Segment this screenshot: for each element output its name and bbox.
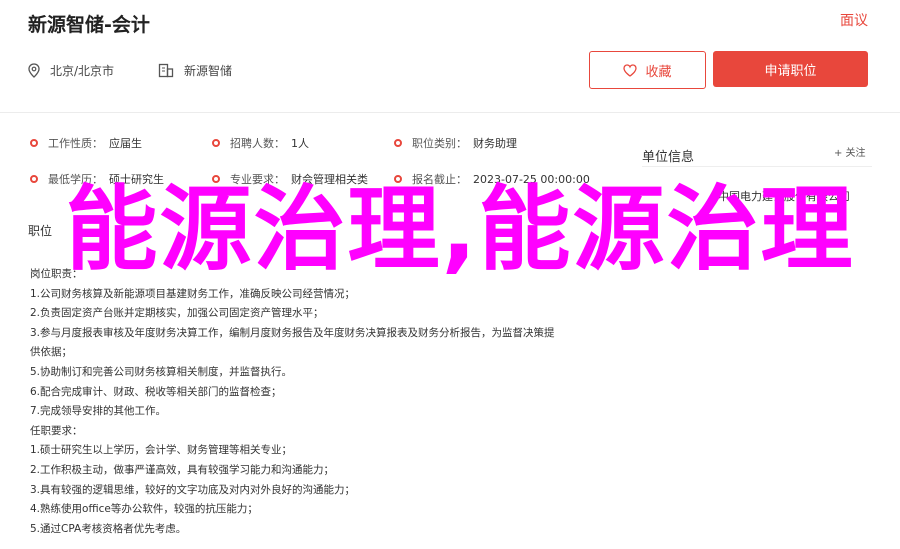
bullet-dot-icon [212,139,220,147]
description-line: 4.熟练使用office等办公软件，较强的抗压能力； [30,503,258,516]
attribute-item: 报名截止： 2023-07-25 00:00:00 [394,171,614,187]
attribute-label: 报名截止： [412,173,467,186]
location-item: 北京/北京市 [28,62,114,79]
apply-button[interactable]: 申请职位 [713,51,868,87]
attribute-item: 最低学历： 硕士研究生 [30,171,212,187]
favorite-label: 收藏 [645,64,672,80]
bullet-dot-icon [30,175,38,183]
attribute-row: 工作性质： 应届生 招聘人数： 1人 职位类别： 财务助理 [30,125,614,161]
bullet-dot-icon [212,175,220,183]
description-line: 2.负责固定资产台账并定期核实，加强公司固定资产管理水平； [30,307,324,320]
description-line: 3.参与月度报表审核及年度财务决算工作，编制月度财务报告及年度财务决算报表及财务… [30,326,555,339]
description-line: 供依据； [30,346,72,359]
section-heading: 职位 [28,224,53,238]
attribute-label: 工作性质： [48,137,103,150]
attribute-value: 应届生 [109,137,142,150]
attribute-label: 专业要求： [230,173,285,186]
location-pin-icon [28,63,40,78]
company-link[interactable]: 新源智储 [184,62,232,79]
attribute-value: 2023-07-25 00:00:00 [473,172,590,186]
company-info-title: 单位信息 [642,150,695,165]
sidebar-divider [642,166,872,167]
bullet-dot-icon [30,139,38,147]
heart-icon [623,63,638,77]
attribute-row: 最低学历： 硕士研究生 专业要求： 财会管理相关类 报名截止： 2023-07-25 … [30,161,614,197]
attribute-item: 工作性质： 应届生 [30,135,212,151]
attribute-label: 职位类别： [412,137,467,150]
attribute-value: 1人 [291,137,309,150]
description-line: 任职要求： [30,424,83,437]
company-item[interactable]: 新源智储 [158,62,232,79]
description-line: 1.硕士研究生以上学历，会计学、财务管理等相关专业； [30,444,293,457]
description-line: 5.协助制订和完善公司财务核算相关制度，并监督执行。 [30,365,293,378]
description-line: 1.公司财务核算及新能源项目基建财务工作，准确反映公司经营情况； [30,287,356,300]
salary-label: 面议 [840,13,868,29]
attribute-value: 硕士研究生 [109,173,164,186]
description-line: 2.工作积极主动，做事严谨高效，具有较强学习能力和沟通能力； [30,463,335,476]
favorite-button[interactable]: 收藏 [589,51,706,89]
job-title: 新源智储-会计 [28,14,150,36]
description-line: 5.通过CPA考核资格者优先考虑。 [30,522,187,535]
building-icon [158,63,174,78]
job-header: 新源智储-会计 面议 北京/北京市 新源智储 收藏 申请职位 [0,0,900,113]
location-text: 北京/北京市 [50,64,115,78]
description-line: 岗位职责： [30,268,83,280]
description-line: 3.具有较强的逻辑思维，较好的文字功底及对内对外良好的沟通能力； [30,483,356,496]
attribute-value: 财务助理 [473,137,517,150]
attribute-item: 招聘人数： 1人 [212,135,394,151]
description-line: 6.配合完成审计、财政、税收等相关部门的监督检查； [30,385,282,398]
attribute-value: 财会管理相关类 [291,173,368,186]
description-line: 7.完成领导安排的其他工作。 [30,405,167,418]
attribute-label: 最低学历： [48,173,103,186]
job-description: 岗位职责： 1.公司财务核算及新能源项目基建财务工作，准确反映公司经营情况； 2… [30,265,610,539]
attribute-item: 专业要求： 财会管理相关类 [212,171,394,187]
job-meta-row: 北京/北京市 新源智储 [28,62,276,79]
follow-button[interactable]: + 关注 [834,144,866,159]
company-name[interactable]: 中国电力建设股份有限公司 [718,188,850,204]
bullet-dot-icon [394,139,402,147]
attribute-item: 职位类别： 财务助理 [394,135,576,151]
bullet-dot-icon [394,175,402,183]
job-attributes: 工作性质： 应届生 招聘人数： 1人 职位类别： 财务助理 最低学历： 硕士研究生 专业… [30,125,614,197]
attribute-label: 招聘人数： [230,137,285,150]
